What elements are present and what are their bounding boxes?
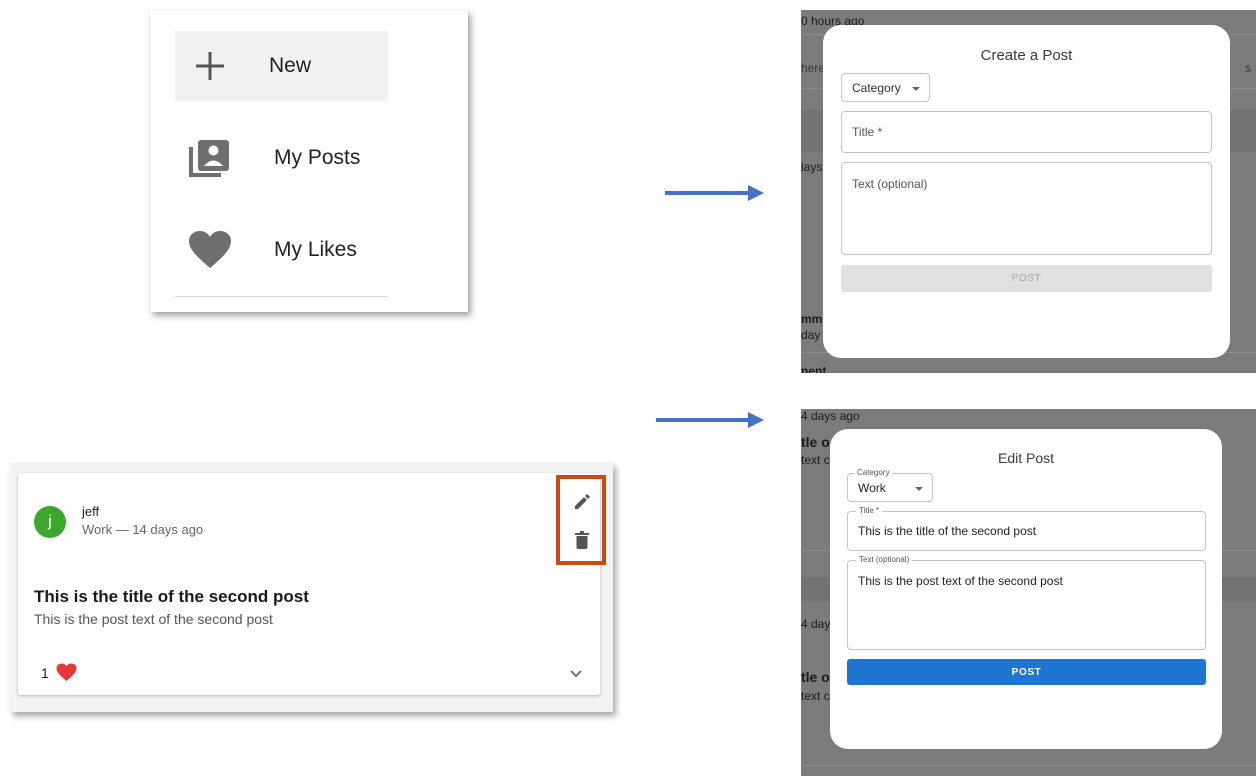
bg-text-frag: text c xyxy=(801,689,830,703)
nav-item-my-likes[interactable]: My Likes xyxy=(175,215,388,285)
chevron-down-icon[interactable] xyxy=(569,666,583,684)
delete-icon[interactable] xyxy=(575,531,589,554)
post-text: This is the post text of the second post xyxy=(34,611,273,627)
nav-item-label: My Posts xyxy=(274,146,361,169)
chevron-down-icon xyxy=(912,87,920,91)
post-card: j jeff Work — 14 days ago This is the ti… xyxy=(18,473,606,695)
edit-icon[interactable] xyxy=(573,493,591,516)
category-legend: Category xyxy=(854,468,893,477)
category-label: Category xyxy=(852,80,901,95)
bg-divider xyxy=(801,765,1256,766)
bg-comment-days: day xyxy=(801,328,821,342)
avatar[interactable]: j xyxy=(34,506,66,538)
title-legend: Title * xyxy=(856,506,883,515)
bg-search-text: here xyxy=(801,61,826,75)
nav-item-new[interactable]: New xyxy=(175,31,388,101)
post-button[interactable]: POST xyxy=(847,659,1206,685)
arrow-to-edit-modal xyxy=(656,412,764,428)
nav-divider xyxy=(175,296,388,297)
title-input[interactable]: Title * This is the title of the second … xyxy=(847,506,1206,551)
text-value: This is the post text of the second post xyxy=(858,574,1063,588)
post-meta: Work — 14 days ago xyxy=(82,522,204,537)
chevron-down-icon xyxy=(915,487,923,491)
category-select[interactable]: Category xyxy=(841,73,930,102)
category-value: Work xyxy=(858,480,886,495)
nav-menu: New My Posts My Likes xyxy=(150,10,468,312)
create-post-dialog: Create a Post Category Title * Text (opt… xyxy=(823,25,1230,358)
bg-title-text: tle o xyxy=(801,669,830,685)
post-card-frame: j jeff Work — 14 days ago This is the ti… xyxy=(10,463,613,712)
bg-bottom-text: nent xyxy=(801,364,827,373)
heart-icon xyxy=(175,230,245,270)
bg-comment-text: mm xyxy=(801,312,823,326)
my-posts-icon xyxy=(175,138,245,178)
text-placeholder: Text (optional) xyxy=(852,177,928,191)
edit-post-screenshot: 4 days ago tle o text c 4 day tle o text… xyxy=(801,409,1256,776)
arrow-to-create-modal xyxy=(665,185,764,201)
title-value: This is the title of the second post xyxy=(858,524,1037,538)
nav-item-label: My Likes xyxy=(274,238,357,261)
nav-item-label: New xyxy=(269,54,312,77)
post-button-disabled[interactable]: POST xyxy=(841,265,1212,292)
text-legend: Text (optional) xyxy=(856,555,913,564)
category-select[interactable]: Category Work xyxy=(847,468,933,502)
title-input[interactable]: Title * xyxy=(841,111,1212,153)
bg-days-text: lays xyxy=(801,160,823,174)
create-post-screenshot: 0 hours ago here s lays mm day nent Crea… xyxy=(801,10,1256,373)
title-placeholder: Title * xyxy=(852,125,883,139)
dialog-title: Edit Post xyxy=(997,450,1055,466)
post-title: This is the title of the second post xyxy=(34,587,309,606)
text-input[interactable]: Text (optional) This is the post text of… xyxy=(847,555,1206,650)
like-count: 1 xyxy=(41,665,49,681)
like-heart-icon[interactable] xyxy=(56,663,77,687)
bg-days-text: 4 day xyxy=(801,617,831,631)
plus-icon xyxy=(175,49,245,83)
bg-text-frag: text c xyxy=(801,453,830,467)
bg-search-text-right: s xyxy=(1245,61,1251,75)
bg-timestamp: 4 days ago xyxy=(801,409,860,423)
nav-item-my-posts[interactable]: My Posts xyxy=(175,123,388,193)
dialog-title: Create a Post xyxy=(980,47,1073,64)
post-author: jeff xyxy=(82,504,100,519)
highlight-box xyxy=(556,475,606,565)
edit-post-dialog: Edit Post Category Work Title * This is … xyxy=(830,429,1222,749)
text-input[interactable]: Text (optional) xyxy=(841,162,1212,255)
bg-title-text: tle o xyxy=(801,434,830,450)
